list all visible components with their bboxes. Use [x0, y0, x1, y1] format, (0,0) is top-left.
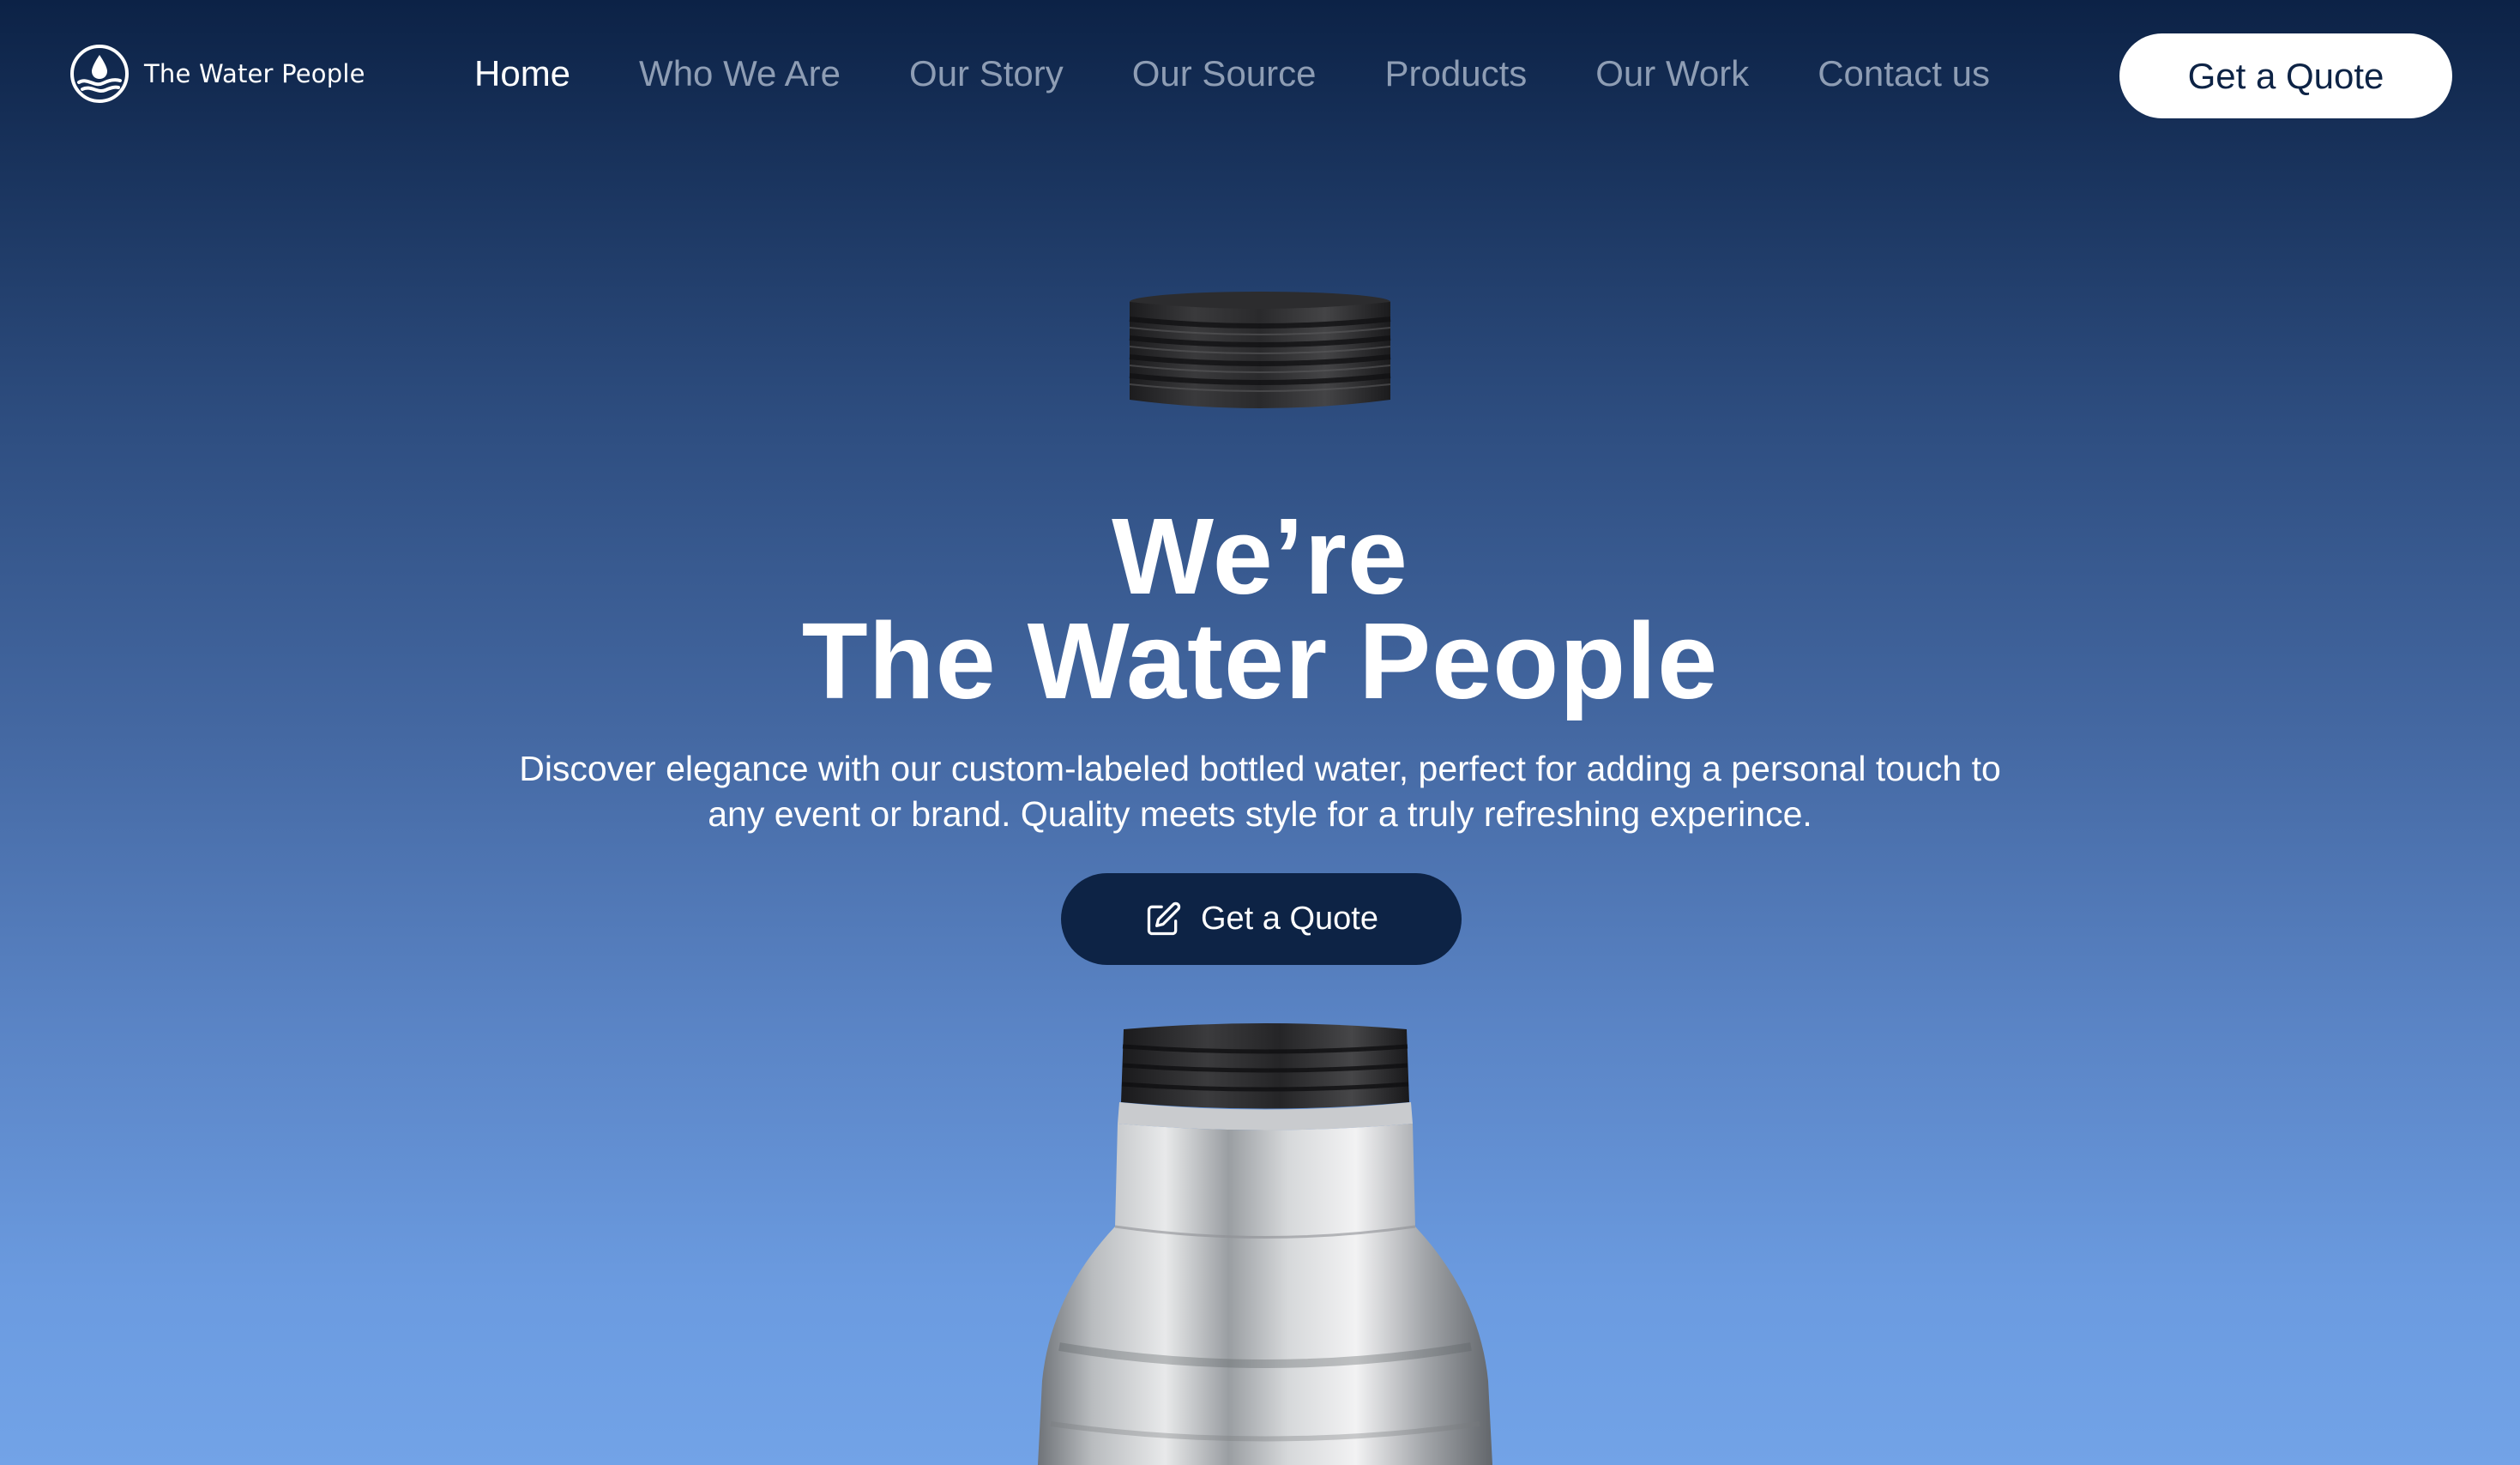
- nav-item-who-we-are[interactable]: Who We Are: [639, 53, 841, 94]
- get-quote-nav-button[interactable]: Get a Quote: [2119, 33, 2452, 118]
- hero-headline-line2: The Water People: [801, 600, 1719, 721]
- main-nav: Home Who We Are Our Story Our Source Pro…: [474, 53, 1990, 94]
- bottle-cap-image: [1129, 292, 1391, 408]
- nav-item-our-source[interactable]: Our Source: [1132, 53, 1317, 94]
- bottle-image: [1038, 1023, 1492, 1465]
- water-drop-logo-icon: [70, 45, 129, 103]
- brand-logo[interactable]: The Water People: [69, 43, 365, 105]
- nav-item-our-story[interactable]: Our Story: [909, 53, 1064, 94]
- get-quote-hero-button[interactable]: Get a Quote: [1061, 873, 1462, 965]
- hero-subtext: Discover elegance with our custom-labele…: [519, 749, 2001, 834]
- nav-item-home[interactable]: Home: [474, 53, 570, 94]
- edit-icon: [1147, 901, 1181, 935]
- hero-headline-line1: We’re: [1112, 496, 1408, 617]
- page: The Water People Home Who We Are Our Sto…: [0, 0, 2520, 1465]
- get-quote-hero-label: Get a Quote: [1200, 901, 1378, 937]
- hero-headline: We’re The Water People: [0, 496, 2520, 721]
- nav-item-products[interactable]: Products: [1385, 53, 1528, 94]
- nav-item-our-work[interactable]: Our Work: [1595, 53, 1749, 94]
- brand-name: The Water People: [144, 59, 365, 88]
- nav-item-contact-us[interactable]: Contact us: [1818, 53, 1990, 94]
